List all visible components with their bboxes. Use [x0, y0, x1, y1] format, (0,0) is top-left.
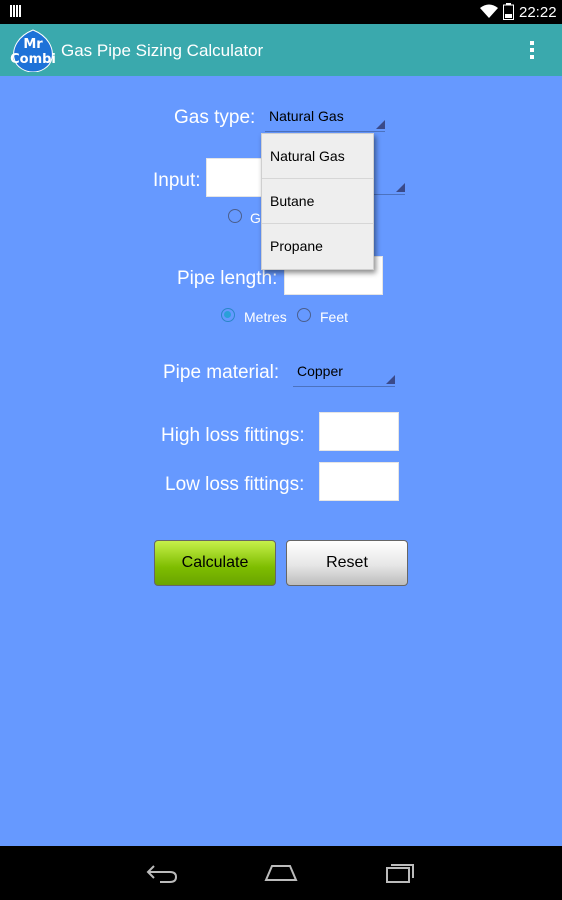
- logo-line-2: Combi: [10, 52, 56, 67]
- gas-type-value: Natural Gas: [269, 108, 344, 124]
- high-loss-fittings-input[interactable]: [319, 412, 399, 451]
- battery-icon: [503, 3, 514, 20]
- dropdown-arrow-icon: [386, 375, 395, 384]
- action-bar: Mr Combi Gas Pipe Sizing Calculator: [0, 24, 562, 76]
- gas-type-spinner[interactable]: Natural Gas: [265, 103, 385, 132]
- navigation-bar: [0, 846, 562, 900]
- logo-line-1: Mr: [23, 37, 43, 52]
- mr-combi-logo-icon: Mr Combi: [10, 29, 56, 72]
- low-loss-fittings-input[interactable]: [319, 462, 399, 501]
- back-icon[interactable]: [146, 860, 178, 884]
- input-unit-radio[interactable]: [228, 209, 242, 223]
- input-unit-radio-label: G: [250, 210, 261, 226]
- pipe-material-value: Copper: [297, 363, 343, 379]
- input-label: Input:: [153, 170, 201, 191]
- gas-type-dropdown-menu: Natural Gas Butane Propane: [261, 133, 374, 270]
- feet-radio[interactable]: [297, 308, 311, 322]
- calculate-button[interactable]: Calculate: [154, 540, 276, 586]
- high-loss-fittings-label: High loss fittings:: [161, 425, 305, 446]
- metres-label: Metres: [244, 309, 287, 325]
- pipe-material-label: Pipe material:: [163, 362, 280, 383]
- dropdown-option-natural-gas[interactable]: Natural Gas: [262, 134, 373, 179]
- dropdown-arrow-icon: [376, 120, 385, 129]
- app-title: Gas Pipe Sizing Calculator: [61, 41, 264, 60]
- signal-bars-icon: [10, 5, 21, 17]
- status-bar: 22:22: [0, 0, 562, 24]
- gas-type-label: Gas type:: [174, 107, 256, 128]
- metres-radio[interactable]: [221, 308, 235, 322]
- pipe-material-spinner[interactable]: Copper: [293, 358, 395, 387]
- pipe-length-label: Pipe length:: [177, 268, 278, 289]
- input-unit-spinner[interactable]: [373, 166, 405, 195]
- input-field[interactable]: [206, 158, 264, 197]
- feet-label: Feet: [320, 309, 349, 325]
- recent-apps-icon[interactable]: [385, 860, 417, 884]
- wifi-icon: [480, 4, 498, 18]
- low-loss-fittings-label: Low loss fittings:: [165, 474, 305, 495]
- clock: 22:22: [519, 4, 557, 21]
- dropdown-arrow-icon: [396, 183, 405, 192]
- dropdown-option-butane[interactable]: Butane: [262, 179, 373, 224]
- home-icon[interactable]: [264, 860, 298, 884]
- reset-button[interactable]: Reset: [286, 540, 408, 586]
- dropdown-option-propane[interactable]: Propane: [262, 224, 373, 269]
- overflow-menu-icon[interactable]: [526, 39, 538, 63]
